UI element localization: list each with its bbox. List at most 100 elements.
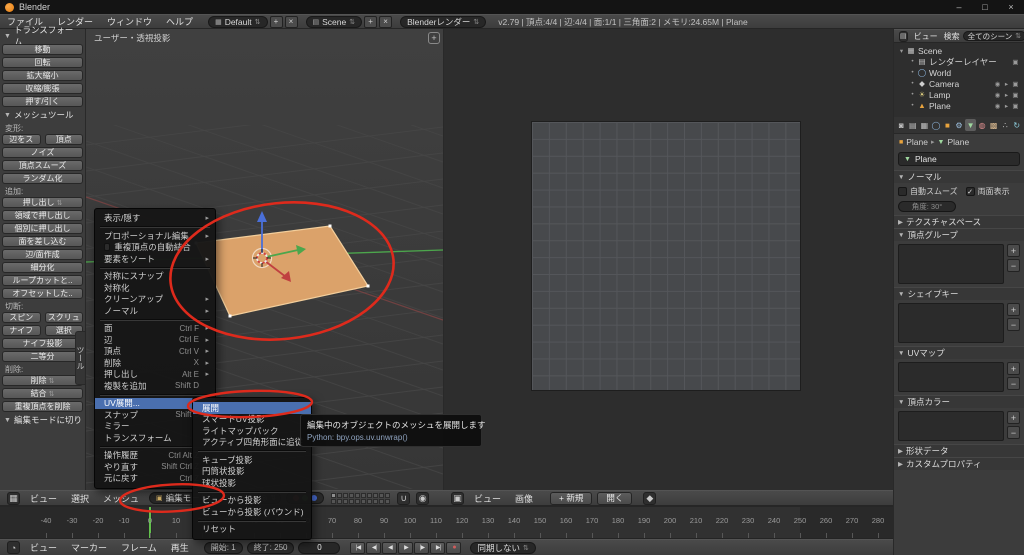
properties-tab-object[interactable]: ■ [942, 119, 953, 131]
uv-view-menu[interactable]: ビュー [467, 492, 508, 505]
editor-type-timeline-icon[interactable]: ◔ [7, 541, 20, 554]
tool-button[interactable]: スクリュ [44, 312, 83, 323]
editor-type-image-icon[interactable]: ▣ [451, 491, 464, 505]
menu-item[interactable]: 押し出し Alt E ▸ [95, 369, 215, 381]
tool-button[interactable]: ランダム化 [2, 173, 83, 184]
outliner-display-dropdown[interactable]: 全てのシーン ⇅ [962, 31, 1024, 41]
layer-toggle[interactable] [361, 492, 367, 498]
tool-button[interactable]: 収縮/膨張 [2, 83, 83, 94]
close-button[interactable]: × [998, 0, 1024, 14]
menu-item[interactable]: 要素をソート ▸ [95, 253, 215, 265]
manipulator-z-icon[interactable] [311, 495, 318, 501]
tool-button[interactable]: 二等分 [2, 351, 83, 362]
menu-item[interactable]: ビューから投影 [193, 495, 311, 507]
tool-button[interactable]: 拡大縮小 [2, 70, 83, 81]
outliner-row[interactable]: • ◆ Camera ◉ ▸ ▣ [894, 78, 1024, 89]
render-engine-dropdown[interactable]: Blenderレンダー ⇅ [400, 15, 487, 28]
properties-panel-header[interactable]: ▶ 形状データ [894, 444, 1024, 457]
menu-item[interactable]: アクティブ四角形面に追従 [193, 437, 311, 449]
select-menu[interactable]: 選択 [64, 492, 96, 505]
properties-panel-header[interactable]: ▼ UVマップ [894, 346, 1024, 359]
uv-image-menu[interactable]: 画像 [508, 492, 540, 505]
delete-screen-button[interactable]: × [284, 15, 298, 28]
listbox[interactable] [898, 411, 1004, 441]
scene-dropdown[interactable]: ▤ Scene ⇅ [305, 15, 363, 28]
camera-toggle-icon[interactable]: ▣ [1011, 102, 1020, 110]
layer-toggle[interactable] [343, 498, 349, 504]
layer-toggle[interactable] [379, 498, 385, 504]
outliner-search-menu[interactable]: 検索 [941, 31, 963, 42]
properties-tab-world[interactable]: ◯ [931, 119, 942, 131]
tool-button[interactable]: 細分化 [2, 262, 83, 273]
panel-header-mesh-tools[interactable]: ▼ メッシュツール [0, 108, 85, 122]
tool-button[interactable]: 面を差し込む [2, 236, 83, 247]
properties-tab-render-layers[interactable]: ▤ [908, 119, 919, 131]
tool-button[interactable]: 削除 ⇅ [2, 375, 83, 386]
properties-tab-texture[interactable]: ▩ [988, 119, 999, 131]
playback-button[interactable]: ◀ [382, 541, 398, 554]
tool-button[interactable]: 押す/引く [2, 96, 83, 107]
menu-item[interactable]: 表示/隠す ▸ [95, 213, 215, 225]
remove-item-button[interactable]: − [1007, 318, 1020, 331]
listbox[interactable] [898, 362, 1004, 392]
render-opengl-icon[interactable]: ◉ [416, 491, 430, 505]
screen-layout-dropdown[interactable]: ▦ Default ⇅ [208, 15, 268, 28]
tool-button[interactable]: 頂点 [44, 134, 83, 145]
layer-toggle[interactable] [355, 498, 361, 504]
layer-toggle[interactable] [367, 492, 373, 498]
editor-type-outliner-icon[interactable]: ▤ [899, 30, 908, 42]
menu-item[interactable]: クリーンアップ ▸ [95, 294, 215, 306]
outliner-row[interactable]: • ▲ Plane ◉ ▸ ▣ [894, 100, 1024, 111]
outliner-row[interactable]: • ☀ Lamp ◉ ▸ ▣ [894, 89, 1024, 100]
current-frame-field[interactable]: 0 [298, 541, 341, 554]
layer-toggle[interactable] [331, 498, 337, 504]
menu-item[interactable]: ビューから投影 (バウンド) [193, 506, 311, 518]
auto-smooth-angle-field[interactable]: 角度: 30° [898, 201, 956, 212]
tool-button[interactable]: 辺/面作成 [2, 249, 83, 260]
menu-item[interactable]: プロポーショナル編集 ▸ [95, 230, 215, 242]
tool-button[interactable]: 回転 [2, 57, 83, 68]
timeline-ruler[interactable]: -40-30-20-100102030405060708090100110120… [0, 507, 893, 539]
outliner-row[interactable]: • ▤ レンダーレイヤー ▣ [894, 56, 1024, 67]
layer-toggle[interactable] [337, 498, 343, 504]
menu-item[interactable]: 頂点 Ctrl V ▸ [95, 346, 215, 358]
playback-button[interactable]: ◀| [366, 541, 382, 554]
arrow-toggle-icon[interactable]: ▸ [1002, 91, 1011, 99]
add-scene-button[interactable]: + [364, 15, 378, 28]
remove-item-button[interactable]: − [1007, 426, 1020, 439]
properties-tab-object-data[interactable]: ▼ [965, 119, 976, 131]
minimize-button[interactable]: – [946, 0, 972, 14]
frame-start-field[interactable]: 開始: 1 [203, 541, 243, 554]
menu-item[interactable]: リセット [193, 524, 311, 536]
layer-toggle[interactable] [385, 492, 391, 498]
properties-tab-physics[interactable]: ↻ [1011, 119, 1022, 131]
properties-panel-header[interactable]: ▶ テクスチャスペース [894, 215, 1024, 228]
new-image-button[interactable]: + 新規 [550, 491, 593, 505]
eye-toggle-icon[interactable]: ◉ [993, 102, 1002, 110]
camera-toggle-icon[interactable]: ▣ [1011, 58, 1020, 66]
properties-panel-header[interactable]: ▼ ノーマル [894, 170, 1024, 183]
timeline-playback-menu[interactable]: 再生 [164, 541, 196, 554]
layer-toggle[interactable] [349, 498, 355, 504]
tool-button[interactable]: 重複頂点を削除 [2, 401, 83, 412]
tool-button[interactable]: 領域で押し出し [2, 210, 83, 221]
menu-item[interactable]: スマートUV投影 [193, 414, 311, 426]
layer-toggle[interactable] [379, 492, 385, 498]
playback-button[interactable]: ● [446, 541, 462, 554]
view-menu[interactable]: ビュー [23, 492, 64, 505]
layer-toggle[interactable] [373, 492, 379, 498]
mesh-menu[interactable]: メッシュ [96, 492, 146, 505]
menu-item[interactable]: 辺 Ctrl E ▸ [95, 334, 215, 346]
tool-button[interactable]: 頂点スムーズ [2, 160, 83, 171]
properties-panel-header[interactable]: ▶ カスタムプロパティ [894, 457, 1024, 470]
camera-toggle-icon[interactable]: ▣ [1011, 80, 1020, 88]
region-plus-icon[interactable]: + [428, 32, 440, 44]
playback-button[interactable]: ▶| [430, 541, 446, 554]
eye-toggle-icon[interactable]: ◉ [993, 80, 1002, 88]
menu-item[interactable]: 対称化 [95, 282, 215, 294]
properties-panel-header[interactable]: ▼ 頂点カラー [894, 395, 1024, 408]
eye-toggle-icon[interactable]: ◉ [993, 91, 1002, 99]
outliner-row[interactable]: ▾ ▦ Scene [894, 45, 1024, 56]
tool-button[interactable]: 結合 ⇅ [2, 388, 83, 399]
infobar-menu[interactable]: ウィンドウ [100, 15, 159, 28]
